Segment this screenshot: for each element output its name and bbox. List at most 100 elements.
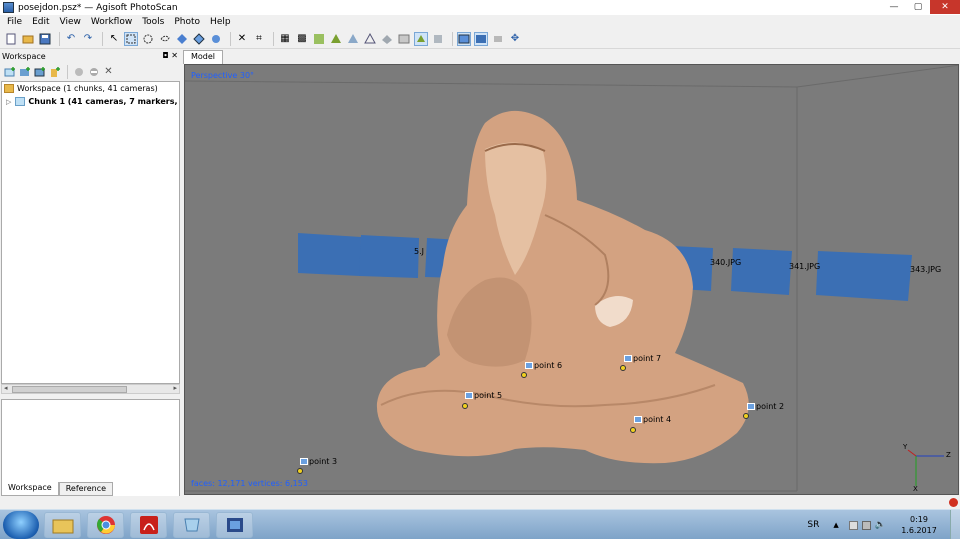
minimize-button[interactable]: —: [882, 0, 906, 14]
close-button[interactable]: ✕: [930, 0, 960, 14]
rectangle-selection-icon[interactable]: [124, 31, 138, 46]
status-bar: [0, 496, 960, 509]
save-icon[interactable]: [38, 32, 52, 46]
crop-selection-icon[interactable]: ⌗: [252, 32, 266, 46]
show-cameras-icon[interactable]: ▦: [278, 32, 292, 46]
flag-icon[interactable]: [848, 520, 858, 530]
marker-flag-icon: [525, 362, 533, 369]
point-cloud-icon[interactable]: ▩: [295, 32, 309, 46]
show-region-icon[interactable]: [414, 31, 428, 46]
solid-model-icon[interactable]: [346, 32, 360, 46]
menu-photo[interactable]: Photo: [169, 17, 205, 27]
menu-bar: File Edit View Workflow Tools Photo Help: [0, 15, 960, 29]
menu-workflow[interactable]: Workflow: [86, 17, 137, 27]
textured-model-icon[interactable]: [380, 32, 394, 46]
new-file-icon[interactable]: [4, 32, 18, 46]
taskbar-acrobat[interactable]: [130, 512, 167, 538]
system-tray: SR ▲ 🔈 0:19 1.6.2017: [807, 510, 960, 539]
show-images-icon[interactable]: [474, 31, 488, 46]
scroll-right-icon[interactable]: ▸: [173, 384, 177, 392]
folder-icon: [52, 519, 73, 534]
wireframe-model-icon[interactable]: [363, 32, 377, 46]
tree-horizontal-scrollbar[interactable]: ◂ ▸: [1, 384, 180, 394]
clock[interactable]: 0:19 1.6.2017: [888, 514, 950, 536]
marker-point-3[interactable]: point 3: [300, 457, 337, 466]
tiled-model-icon[interactable]: [397, 32, 411, 46]
language-indicator[interactable]: SR: [807, 520, 819, 530]
show-desktop-button[interactable]: [950, 510, 960, 539]
marker-point-5[interactable]: point 5: [465, 391, 502, 400]
reset-view-icon[interactable]: ✥: [508, 32, 522, 46]
delete-selection-icon[interactable]: ✕: [235, 32, 249, 46]
toolbar-separator: [102, 31, 103, 46]
taskbar-photoscan[interactable]: [173, 512, 210, 538]
acrobat-icon: [139, 516, 158, 534]
expand-arrow-icon[interactable]: ▷: [6, 98, 11, 106]
maximize-button[interactable]: ▢: [906, 0, 930, 14]
resize-region-icon[interactable]: [192, 32, 206, 46]
camera-plane[interactable]: [816, 251, 912, 301]
add-photos-icon[interactable]: [18, 65, 31, 78]
marker-point-7[interactable]: point 7: [624, 354, 661, 363]
remove-items-icon[interactable]: ✕: [102, 65, 115, 78]
volume-icon[interactable]: 🔈: [875, 520, 886, 530]
circle-selection-icon[interactable]: [141, 32, 155, 46]
windows-taskbar: SR ▲ 🔈 0:19 1.6.2017: [0, 509, 960, 539]
redo-icon[interactable]: ↷: [81, 32, 95, 46]
model-stats: faces: 12,171 vertices: 6,153: [191, 479, 308, 488]
enable-camera-icon[interactable]: [72, 65, 85, 78]
folder-icon: [4, 84, 14, 93]
taskbar-explorer[interactable]: [44, 512, 81, 538]
show-markers-icon[interactable]: [431, 32, 445, 46]
marker-point-2[interactable]: point 2: [747, 402, 784, 411]
scroll-left-icon[interactable]: ◂: [4, 384, 8, 392]
add-marker-icon[interactable]: [48, 65, 61, 78]
menu-edit[interactable]: Edit: [27, 17, 54, 27]
menu-tools[interactable]: Tools: [137, 17, 169, 27]
camera-label: 340.JPG: [710, 258, 742, 267]
chrome-icon: [96, 516, 115, 534]
move-region-icon[interactable]: [175, 32, 189, 46]
tree-item-chunk-1[interactable]: ▷ Chunk 1 (41 cameras, 7 markers, 9,79: [2, 95, 179, 108]
tray-expand-icon[interactable]: ▲: [833, 521, 838, 529]
shaded-model-icon[interactable]: [329, 32, 343, 46]
marker-point-6[interactable]: point 6: [525, 361, 562, 370]
start-button[interactable]: [3, 511, 39, 539]
tree-item-label: Workspace (1 chunks, 41 cameras): [17, 84, 158, 93]
workspace-panel-title: Workspace: [2, 52, 46, 61]
error-indicator-icon[interactable]: [949, 498, 958, 507]
title-bar: posejdon.psz* — Agisoft PhotoScan — ▢ ✕: [0, 0, 960, 15]
camera-plane[interactable]: [731, 248, 792, 295]
camera-plane[interactable]: [359, 235, 419, 278]
free-form-selection-icon[interactable]: [158, 32, 172, 46]
dense-cloud-icon[interactable]: [312, 32, 326, 46]
tab-workspace[interactable]: Workspace: [1, 482, 59, 496]
menu-help[interactable]: Help: [205, 17, 236, 27]
network-icon[interactable]: [861, 520, 871, 530]
tree-item-workspace[interactable]: Workspace (1 chunks, 41 cameras): [2, 82, 179, 95]
show-thumbnails-icon[interactable]: [491, 32, 505, 46]
rotate-region-icon[interactable]: [209, 32, 223, 46]
disable-camera-icon[interactable]: [87, 65, 100, 78]
tab-model[interactable]: Model: [183, 50, 224, 64]
marker-point-4[interactable]: point 4: [634, 415, 671, 424]
taskbar-video[interactable]: [216, 512, 253, 538]
camera-label: 341.JPG: [789, 262, 821, 271]
taskbar-chrome[interactable]: [87, 512, 124, 538]
camera-plane[interactable]: [298, 233, 361, 276]
statue-model[interactable]: [376, 110, 749, 464]
undo-icon[interactable]: ↶: [64, 32, 78, 46]
panel-float-close-buttons[interactable]: ◘ ✕: [162, 51, 178, 60]
open-folder-icon[interactable]: [21, 32, 35, 46]
camera-label: 5.J: [414, 247, 424, 256]
add-folder-icon[interactable]: [33, 65, 46, 78]
scrollbar-thumb[interactable]: [12, 386, 127, 393]
tab-reference[interactable]: Reference: [58, 482, 114, 496]
add-chunk-icon[interactable]: [3, 65, 16, 78]
menu-view[interactable]: View: [55, 17, 86, 27]
show-cameras-toggle-icon[interactable]: [457, 31, 471, 46]
navigation-cursor-icon[interactable]: ↖: [107, 32, 121, 46]
model-viewport[interactable]: Perspective 30° faces: 12,171 vertices: …: [184, 64, 959, 495]
marker-flag-icon: [747, 403, 755, 410]
menu-file[interactable]: File: [2, 17, 27, 27]
